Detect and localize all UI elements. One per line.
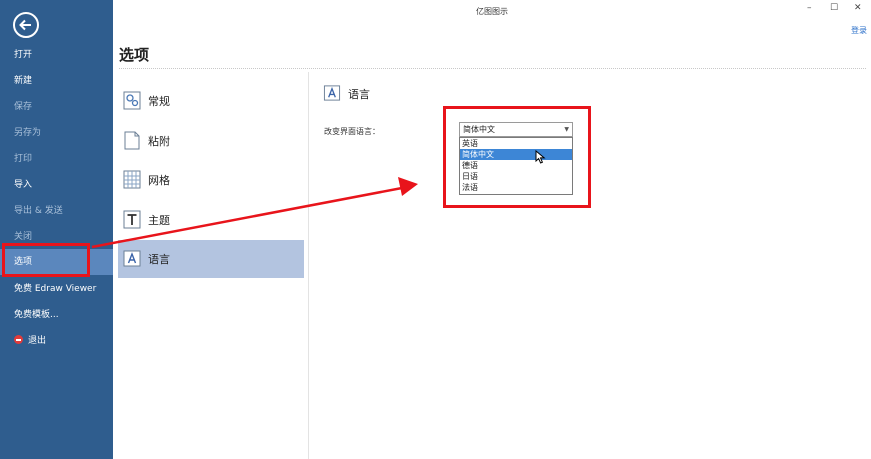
annotation-arrow-icon — [91, 177, 418, 249]
